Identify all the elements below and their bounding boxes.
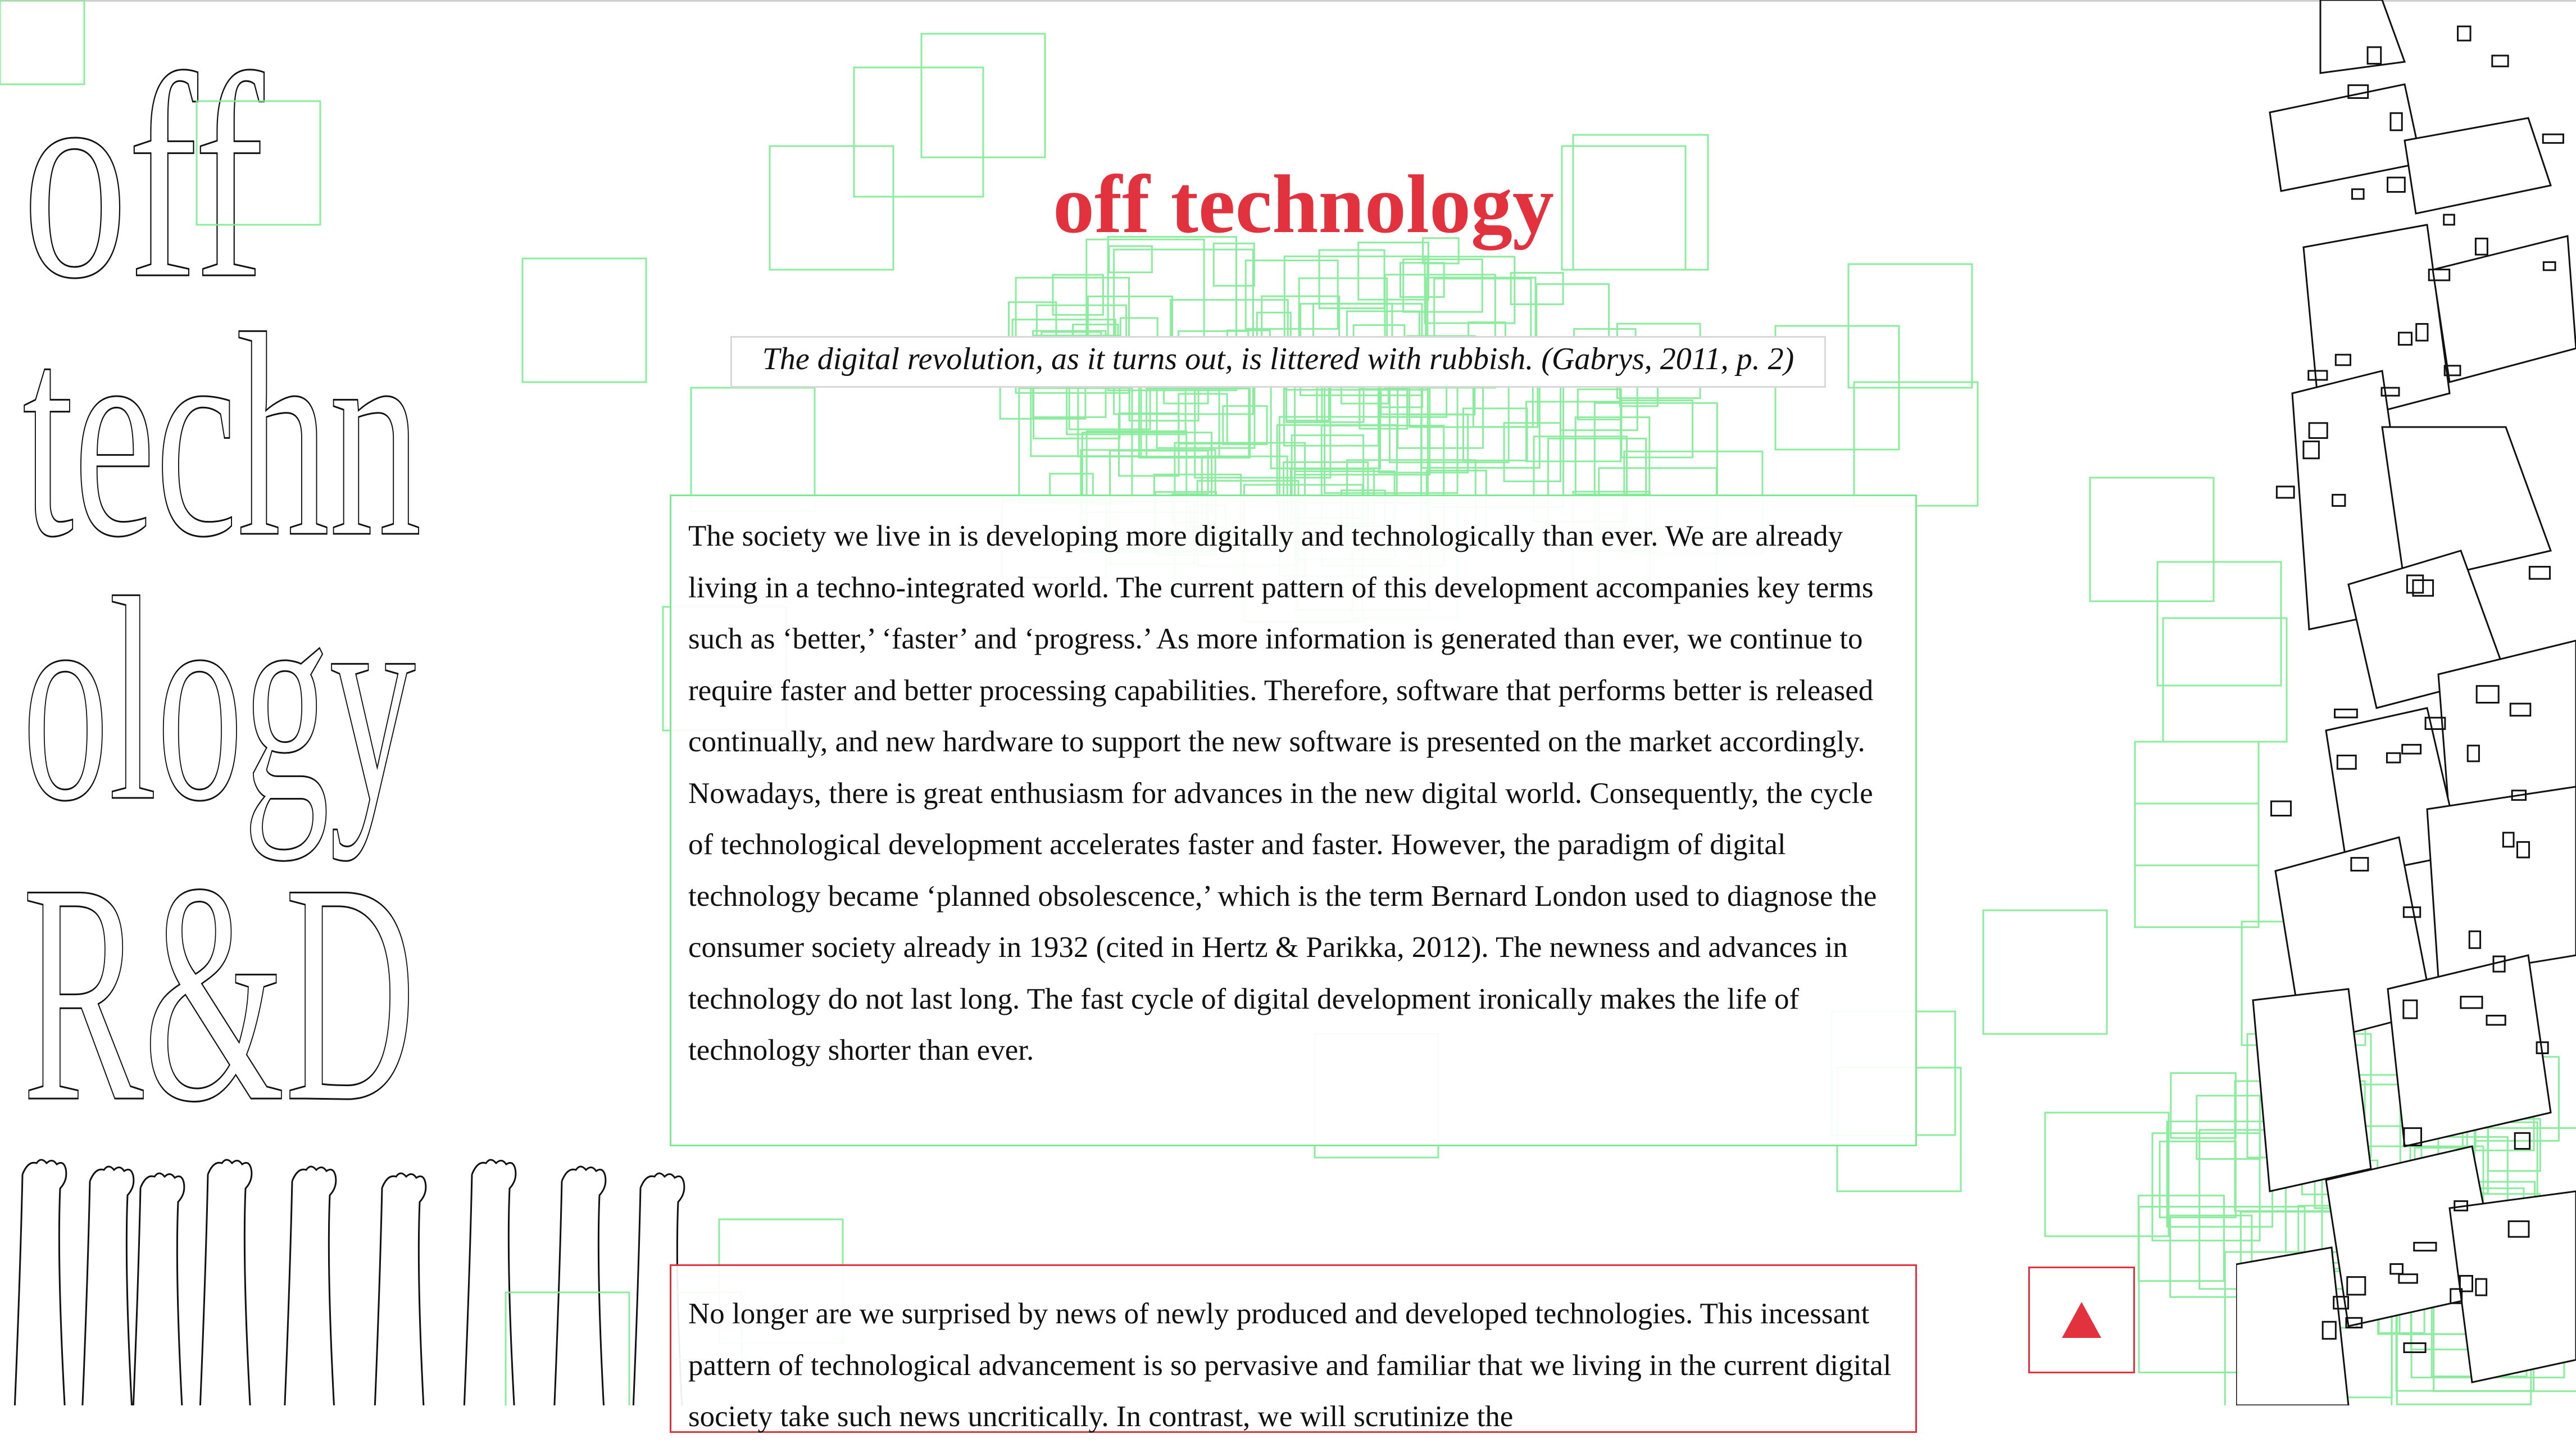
text-block-1: The society we live in is developing mor… bbox=[670, 494, 1917, 1146]
text-block-2: No longer are we surprised by news of ne… bbox=[670, 1264, 1917, 1433]
sidebar-title-line-3: ology bbox=[22, 538, 416, 862]
top-border bbox=[0, 0, 2576, 2]
page-title: off technology bbox=[1053, 158, 1554, 251]
ewaste-collage-illustration bbox=[2236, 0, 2576, 1405]
paragraph-1: The society we live in is developing mor… bbox=[688, 520, 1877, 1067]
raised-hands-illustration bbox=[13, 1159, 685, 1405]
paragraph-2: No longer are we surprised by news of ne… bbox=[688, 1297, 1892, 1433]
scroll-to-top-button[interactable] bbox=[2028, 1267, 2135, 1373]
sidebar-title-line-4: R&D bbox=[22, 819, 416, 1135]
triangle-up-icon bbox=[2062, 1302, 2101, 1338]
sidebar-title: off techn ology R&D bbox=[22, 11, 449, 1168]
epigraph-quote: The digital revolution, as it turns out,… bbox=[730, 336, 1826, 388]
